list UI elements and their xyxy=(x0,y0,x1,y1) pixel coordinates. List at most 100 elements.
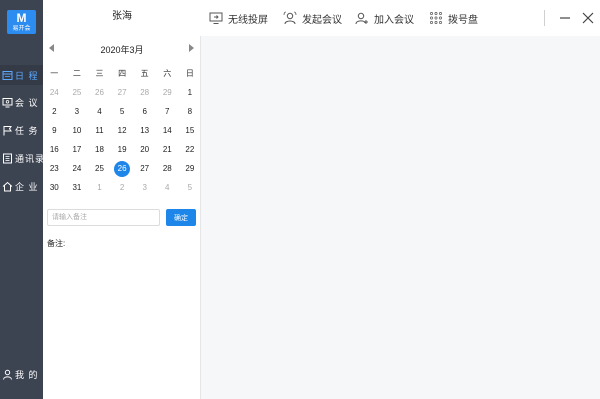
calendar-day[interactable]: 5 xyxy=(111,102,134,121)
close-icon[interactable] xyxy=(581,11,595,25)
sidebar-item-label: 日 程 xyxy=(15,70,39,81)
sidebar-item-contacts[interactable]: 通讯录 xyxy=(0,148,44,168)
calendar-day[interactable]: 4 xyxy=(88,102,111,121)
calendar-day[interactable]: 21 xyxy=(156,140,179,159)
logo-mark: M xyxy=(16,11,27,25)
calendar-day[interactable]: 2 xyxy=(111,178,134,197)
join-meeting-label: 加入会议 xyxy=(374,14,414,26)
calendar-day[interactable]: 31 xyxy=(66,178,89,197)
top-header: 张海 无线投屏 发起会议 加入会议 拨号盘 xyxy=(43,0,600,36)
calendar-day[interactable]: 13 xyxy=(133,121,156,140)
sidebar-item-meetings[interactable]: 会 议 xyxy=(0,92,43,112)
calendar-day[interactable]: 2 xyxy=(43,102,66,121)
wireless-cast-button[interactable]: 无线投屏 xyxy=(209,10,268,26)
calendar-day[interactable]: 30 xyxy=(43,178,66,197)
calendar-day-number: 4 xyxy=(97,107,102,116)
calendar-day[interactable]: 29 xyxy=(179,159,202,178)
calendar-day[interactable]: 7 xyxy=(156,102,179,121)
calendar-day[interactable]: 28 xyxy=(133,83,156,102)
calendar-day[interactable]: 27 xyxy=(133,159,156,178)
month-title: 2020年3月 xyxy=(100,45,144,55)
calendar-day-number: 4 xyxy=(165,183,170,192)
calendar-day-number: 9 xyxy=(52,126,57,135)
calendar-day[interactable]: 6 xyxy=(133,102,156,121)
sidebar: M 易开会 日 程 会 议 任 务 通讯录 企 业 我 的 xyxy=(0,0,44,399)
sidebar-item-tasks[interactable]: 任 务 xyxy=(0,120,43,140)
next-month-icon[interactable] xyxy=(189,44,194,52)
calendar-day-number: 18 xyxy=(95,145,104,154)
calendar-day[interactable]: 15 xyxy=(179,121,202,140)
calendar-day[interactable]: 26 xyxy=(88,83,111,102)
calendar-day[interactable]: 11 xyxy=(88,121,111,140)
sidebar-item-label: 会 议 xyxy=(15,97,39,108)
calendar-day[interactable]: 27 xyxy=(111,83,134,102)
calendar-day[interactable]: 1 xyxy=(88,178,111,197)
calendar-day-number: 3 xyxy=(74,107,80,116)
dialpad-button[interactable]: 拨号盘 xyxy=(429,10,478,26)
calendar-day-number: 23 xyxy=(49,164,59,173)
note-input[interactable] xyxy=(47,209,160,226)
calendar-day[interactable]: 1 xyxy=(179,83,202,102)
calendar-day[interactable]: 9 xyxy=(43,121,66,140)
calendar-day[interactable]: 3 xyxy=(133,178,156,197)
home-icon xyxy=(2,181,13,192)
calendar-day[interactable]: 8 xyxy=(179,102,202,121)
calendar-day-number: 13 xyxy=(140,126,150,135)
calendar-day[interactable]: 25 xyxy=(66,83,89,102)
sidebar-item-enterprise[interactable]: 企 业 xyxy=(0,176,43,196)
note-label: 备注: xyxy=(47,239,66,248)
join-meeting-icon xyxy=(355,12,368,25)
calendar-day[interactable]: 14 xyxy=(156,121,179,140)
calendar-day-number: 17 xyxy=(72,145,82,154)
sidebar-item-profile[interactable]: 我 的 xyxy=(0,364,43,384)
user-icon xyxy=(2,369,13,380)
calendar-day-number: 28 xyxy=(140,88,150,97)
sidebar-item-schedule[interactable]: 日 程 xyxy=(0,65,43,85)
join-meeting-button[interactable]: 加入会议 xyxy=(355,10,414,26)
calendar-day[interactable]: 10 xyxy=(66,121,89,140)
calendar-day[interactable]: 22 xyxy=(179,140,202,159)
calendar-day-number: 3 xyxy=(142,183,147,192)
minimize-icon[interactable] xyxy=(558,11,572,25)
calendar-day[interactable]: 16 xyxy=(43,140,66,159)
calendar-day-number: 7 xyxy=(165,107,170,116)
calendar-day[interactable]: 29 xyxy=(156,83,179,102)
calendar-day-number: 1 xyxy=(187,88,193,97)
dialpad-icon xyxy=(430,12,442,24)
calendar-day[interactable]: 20 xyxy=(133,140,156,159)
calendar-panel: 2020年3月 一二三四五六日 24 25 26 27 28 29 1 2 3 4 5 6 7 8 9 10 11… xyxy=(43,36,201,399)
calendar-day[interactable]: 25 xyxy=(88,159,111,178)
app-logo: M 易开会 xyxy=(7,10,36,34)
weekday-header: 四 xyxy=(118,69,127,78)
window-controls-divider xyxy=(544,10,545,26)
weekday-header: 三 xyxy=(95,69,104,78)
confirm-button[interactable]: 确定 xyxy=(166,209,196,226)
calendar-day[interactable]: 4 xyxy=(156,178,179,197)
calendar-day-number: 29 xyxy=(162,88,172,97)
calendar-day[interactable]: 12 xyxy=(111,121,134,140)
calendar-day-number: 2 xyxy=(52,107,57,116)
calendar-day[interactable]: 5 xyxy=(179,178,202,197)
calendar-day-number: 8 xyxy=(187,107,193,116)
calendar-day[interactable]: 18 xyxy=(88,140,111,159)
sidebar-item-label: 企 业 xyxy=(15,181,39,192)
weekday-header: 日 xyxy=(185,69,194,78)
main-content xyxy=(202,36,600,399)
calendar-day[interactable]: 19 xyxy=(111,140,134,159)
calendar-day[interactable]: 24 xyxy=(66,159,89,178)
contacts-icon xyxy=(2,153,13,164)
calendar-day[interactable]: 3 xyxy=(66,102,89,121)
calendar-day-number: 24 xyxy=(49,88,59,97)
calendar-day[interactable]: 24 xyxy=(43,83,66,102)
calendar-day-number: 15 xyxy=(185,126,195,135)
calendar-day-number: 20 xyxy=(140,145,150,154)
calendar-day-number: 10 xyxy=(72,126,82,135)
start-meeting-button[interactable]: 发起会议 xyxy=(283,10,342,26)
sidebar-item-label: 我 的 xyxy=(15,369,39,380)
calendar-day[interactable]: 28 xyxy=(156,159,179,178)
calendar-day-selected[interactable]: 26 xyxy=(111,159,134,178)
weekday-header: 二 xyxy=(72,69,81,78)
calendar-day[interactable]: 17 xyxy=(66,140,89,159)
calendar-day[interactable]: 23 xyxy=(43,159,66,178)
calendar-day-number: 5 xyxy=(187,183,193,192)
